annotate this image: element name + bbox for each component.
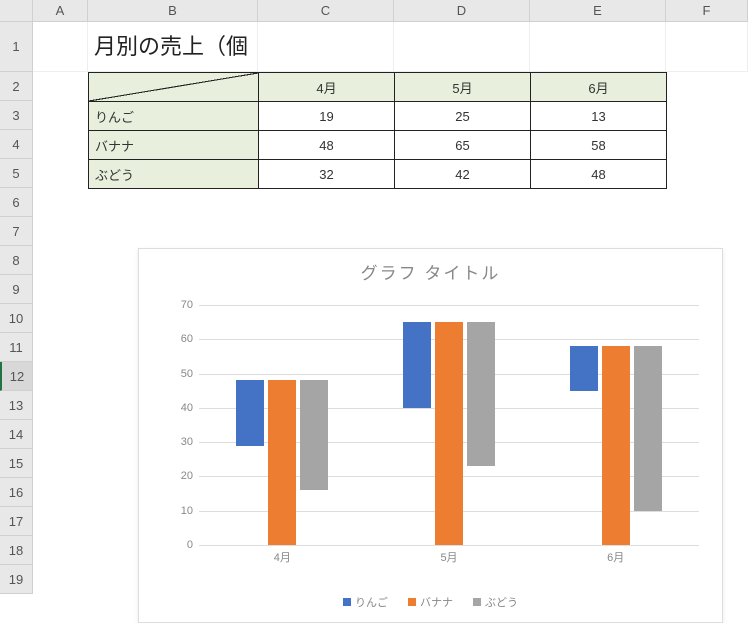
table-cell[interactable]: 48 <box>531 160 667 189</box>
col-header-E[interactable]: E <box>530 0 666 21</box>
chart-bar-group <box>403 322 495 545</box>
row-header-14[interactable]: 14 <box>0 420 33 449</box>
row-header-3[interactable]: 3 <box>0 101 33 130</box>
chart-x-label: 5月 <box>399 549 499 565</box>
chart-bar-group <box>236 380 328 545</box>
select-all-corner[interactable] <box>0 0 33 21</box>
legend-swatch-icon <box>408 598 416 606</box>
row-header-12[interactable]: 12 <box>0 362 33 391</box>
table-col-header[interactable]: 4月 <box>259 73 395 102</box>
chart-bar[interactable] <box>570 346 598 391</box>
col-header-D[interactable]: D <box>394 0 530 21</box>
cell-area[interactable]: 月別の売上（個数） 4月 5月 6月 りんご 19 25 13 <box>33 22 748 594</box>
chart-y-tick: 0 <box>187 539 193 551</box>
chart-plot-area <box>199 305 699 545</box>
chart-y-tick: 40 <box>181 402 193 414</box>
chart-gridline <box>199 545 699 546</box>
chart-title[interactable]: グラフ タイトル <box>139 249 722 290</box>
chart-bar[interactable] <box>268 380 296 545</box>
page-title-cell[interactable]: 月別の売上（個数） <box>88 22 258 72</box>
table-row: りんご 19 25 13 <box>89 102 667 131</box>
table-cell[interactable]: 42 <box>395 160 531 189</box>
legend-item[interactable]: バナナ <box>408 594 453 610</box>
table-cell[interactable]: 32 <box>259 160 395 189</box>
table-cell[interactable]: 25 <box>395 102 531 131</box>
chart-y-tick: 70 <box>181 299 193 311</box>
legend-item[interactable]: ぶどう <box>473 594 518 610</box>
row-header-15[interactable]: 15 <box>0 449 33 478</box>
row-header-17[interactable]: 17 <box>0 507 33 536</box>
row-header-2[interactable]: 2 <box>0 72 33 101</box>
chart-y-tick: 30 <box>181 436 193 448</box>
legend-item[interactable]: りんご <box>343 594 388 610</box>
chart-bar[interactable] <box>634 346 662 511</box>
chart-bar[interactable] <box>602 346 630 545</box>
chart-object[interactable]: グラフ タイトル 0 10 20 30 40 50 60 70 4月 5月 6月 りんご バナナ ぶど… <box>138 248 723 623</box>
table-cell[interactable]: 65 <box>395 131 531 160</box>
row-header-16[interactable]: 16 <box>0 478 33 507</box>
chart-y-tick: 60 <box>181 333 193 345</box>
table-col-header[interactable]: 6月 <box>531 73 667 102</box>
row-header-7[interactable]: 7 <box>0 217 33 246</box>
chart-y-axis: 010203040506070 <box>169 305 197 545</box>
table-row-header[interactable]: りんご <box>89 102 259 131</box>
table-col-header[interactable]: 5月 <box>395 73 531 102</box>
row-header-column: 1 2 3 4 5 6 7 8 9 10 11 12 13 14 15 16 1… <box>0 22 33 594</box>
col-header-A[interactable]: A <box>33 0 88 21</box>
row-header-10[interactable]: 10 <box>0 304 33 333</box>
table-row: ぶどう 32 42 48 <box>89 160 667 189</box>
table-corner-diag[interactable] <box>89 73 259 102</box>
data-table[interactable]: 4月 5月 6月 りんご 19 25 13 バナナ 48 65 58 ぶ <box>88 72 667 189</box>
chart-bar-group <box>570 346 662 545</box>
row-header-5[interactable]: 5 <box>0 159 33 188</box>
chart-bar[interactable] <box>403 322 431 408</box>
row-header-4[interactable]: 4 <box>0 130 33 159</box>
col-header-B[interactable]: B <box>88 0 258 21</box>
chart-x-label: 6月 <box>566 549 666 565</box>
table-row-header[interactable]: ぶどう <box>89 160 259 189</box>
chart-gridline <box>199 305 699 306</box>
table-cell[interactable]: 19 <box>259 102 395 131</box>
chart-y-tick: 20 <box>181 470 193 482</box>
spreadsheet: A B C D E F 1 2 3 4 5 6 7 8 9 10 11 12 1… <box>0 0 748 613</box>
table-row: バナナ 48 65 58 <box>89 131 667 160</box>
row-header-9[interactable]: 9 <box>0 275 33 304</box>
chart-bar[interactable] <box>236 380 264 445</box>
row-header-19[interactable]: 19 <box>0 565 33 594</box>
table-row-header[interactable]: バナナ <box>89 131 259 160</box>
row-header-8[interactable]: 8 <box>0 246 33 275</box>
table-cell[interactable]: 58 <box>531 131 667 160</box>
col-header-F[interactable]: F <box>666 0 748 21</box>
chart-bar[interactable] <box>467 322 495 466</box>
col-header-C[interactable]: C <box>258 0 394 21</box>
table-cell[interactable]: 13 <box>531 102 667 131</box>
table-cell[interactable]: 48 <box>259 131 395 160</box>
legend-swatch-icon <box>473 598 481 606</box>
chart-bar[interactable] <box>435 322 463 545</box>
legend-swatch-icon <box>343 598 351 606</box>
chart-y-tick: 50 <box>181 368 193 380</box>
chart-x-label: 4月 <box>232 549 332 565</box>
chart-legend: りんご バナナ ぶどう <box>139 594 722 610</box>
row-header-18[interactable]: 18 <box>0 536 33 565</box>
row-header-6[interactable]: 6 <box>0 188 33 217</box>
chart-y-tick: 10 <box>181 505 193 517</box>
chart-bar[interactable] <box>300 380 328 490</box>
row-header-13[interactable]: 13 <box>0 391 33 420</box>
row-header-11[interactable]: 11 <box>0 333 33 362</box>
row-header-1[interactable]: 1 <box>0 22 33 72</box>
column-header-row: A B C D E F <box>0 0 748 22</box>
